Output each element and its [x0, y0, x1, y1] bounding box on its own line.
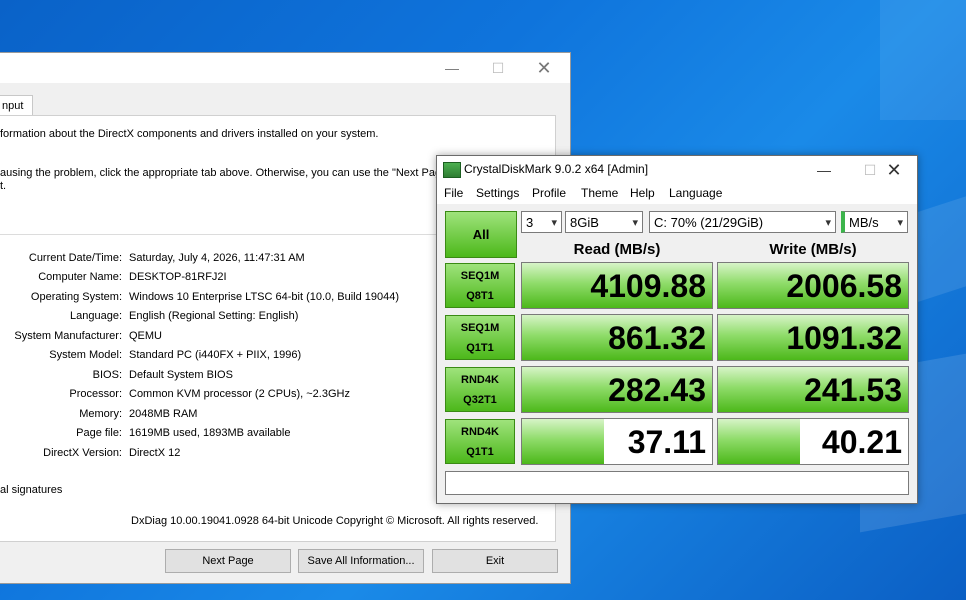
comment-input[interactable] [445, 471, 909, 495]
test-name: RND4K [461, 426, 499, 438]
write-column-header: Write (MB/s) [769, 241, 857, 258]
result-bar [718, 419, 800, 464]
info-label: Computer Name: [38, 271, 122, 283]
info-label: Memory: [79, 408, 122, 420]
info-value: 1619MB used, 1893MB available [129, 427, 291, 439]
read-result-cell: 4109.88 [521, 262, 713, 309]
close-icon[interactable]: ✕ [521, 57, 567, 79]
info-label: Page file: [76, 427, 122, 439]
info-label: Processor: [69, 388, 122, 400]
info-value: DESKTOP-81RFJ2I [129, 271, 227, 283]
test-size-select[interactable]: 8GiB ▾ [565, 211, 643, 233]
write-result-value: 2006.58 [786, 268, 902, 304]
drive-select[interactable]: C: 70% (21/29GiB) ▾ [649, 211, 836, 233]
test-count-select[interactable]: 3 ▾ [521, 211, 562, 233]
crystaldiskmark-window: CrystalDiskMark 9.0.2 x64 [Admin] — ☐ ✕ … [436, 155, 918, 504]
write-result-value: 241.53 [804, 372, 902, 408]
menu-theme[interactable]: Theme [581, 186, 618, 200]
tab-input[interactable]: nput [0, 95, 33, 116]
intro-text: ausing the problem, click the appropriat… [0, 167, 448, 179]
info-value: DirectX 12 [129, 447, 181, 459]
all-button[interactable]: All [445, 211, 517, 258]
info-label: BIOS: [92, 369, 122, 381]
info-label: Language: [70, 310, 122, 322]
test-params: Q8T1 [466, 290, 494, 302]
exit-button[interactable]: Exit [432, 549, 558, 573]
signatures-checkbox-label[interactable]: al signatures [0, 484, 62, 496]
info-value: QEMU [129, 330, 162, 342]
read-result-value: 4109.88 [590, 268, 706, 304]
read-result-cell: 37.11 [521, 418, 713, 465]
write-result-value: 1091.32 [786, 320, 902, 356]
info-label: Operating System: [30, 291, 122, 303]
close-icon[interactable]: ✕ [871, 159, 917, 181]
info-value: Windows 10 Enterprise LTSC 64-bit (10.0,… [129, 291, 400, 303]
units-value: MB/s [849, 215, 879, 230]
info-value: Default System BIOS [129, 369, 233, 381]
test-params: Q1T1 [466, 342, 494, 354]
read-result-value: 37.11 [627, 424, 706, 460]
maximize-icon[interactable]: ☐ [475, 57, 521, 79]
test-count-value: 3 [526, 215, 534, 230]
info-label: System Model: [49, 349, 122, 361]
test-params: Q32T1 [463, 394, 497, 406]
info-value: English (Regional Setting: English) [129, 310, 299, 322]
menu-help[interactable]: Help [630, 186, 655, 200]
info-label: System Manufacturer: [14, 330, 122, 342]
copyright-footer: DxDiag 10.00.19041.0928 64-bit Unicode C… [131, 515, 539, 527]
test-button-rnd4k-q1t1[interactable]: RND4K Q1T1 [445, 419, 515, 464]
read-result-cell: 282.43 [521, 366, 713, 413]
read-column-header: Read (MB/s) [573, 241, 661, 258]
test-size-value: 8GiB [570, 215, 599, 230]
test-name: SEQ1M [460, 322, 500, 334]
write-result-cell: 2006.58 [717, 262, 909, 309]
test-params: Q1T1 [466, 446, 494, 458]
drive-value: C: 70% (21/29GiB) [654, 215, 764, 230]
menu-file[interactable]: File [444, 186, 463, 200]
test-name: SEQ1M [460, 270, 500, 282]
chevron-down-icon: ▾ [897, 217, 903, 229]
test-button-seq1m-q1t1[interactable]: SEQ1M Q1T1 [445, 315, 515, 360]
info-value: Standard PC (i440FX + PIIX, 1996) [129, 349, 302, 361]
read-result-value: 282.43 [608, 372, 706, 408]
minimize-icon[interactable]: — [429, 57, 475, 79]
read-result-cell: 861.32 [521, 314, 713, 361]
next-page-button[interactable]: Next Page [165, 549, 291, 573]
info-label: Current Date/Time: [28, 252, 122, 264]
write-result-cell: 40.21 [717, 418, 909, 465]
test-button-rnd4k-q32t1[interactable]: RND4K Q32T1 [445, 367, 515, 412]
menu-bar: File Settings Profile Theme Help Languag… [437, 184, 917, 204]
intro-text: formation about the DirectX components a… [0, 128, 379, 140]
menu-settings[interactable]: Settings [476, 186, 519, 200]
test-name: RND4K [461, 374, 499, 386]
desktop-light-beam [880, 0, 966, 120]
window-title: CrystalDiskMark 9.0.2 x64 [Admin] [464, 162, 649, 176]
info-value: Saturday, July 4, 2026, 11:47:31 AM [129, 252, 305, 264]
test-button-seq1m-q8t1[interactable]: SEQ1M Q8T1 [445, 263, 515, 308]
menu-profile[interactable]: Profile [532, 186, 566, 200]
chevron-down-icon: ▾ [551, 217, 557, 229]
result-bar [522, 419, 604, 464]
read-result-value: 861.32 [608, 320, 706, 356]
dxdiag-titlebar: — ☐ ✕ [0, 53, 570, 83]
write-result-cell: 241.53 [717, 366, 909, 413]
units-select[interactable]: MB/s ▾ [841, 211, 908, 233]
chevron-down-icon: ▾ [632, 217, 638, 229]
crystaldiskmark-app-icon [443, 162, 461, 178]
intro-text: t. [0, 180, 7, 192]
save-all-information-button[interactable]: Save All Information... [298, 549, 424, 573]
cdm-titlebar: CrystalDiskMark 9.0.2 x64 [Admin] — ☐ ✕ [437, 156, 917, 184]
menu-language[interactable]: Language [669, 186, 722, 200]
info-label: DirectX Version: [43, 447, 122, 459]
write-result-cell: 1091.32 [717, 314, 909, 361]
chevron-down-icon: ▾ [825, 217, 831, 229]
minimize-icon[interactable]: — [801, 159, 847, 181]
info-value: Common KVM processor (2 CPUs), ~2.3GHz [129, 388, 350, 400]
info-value: 2048MB RAM [129, 408, 198, 420]
write-result-value: 40.21 [821, 424, 902, 460]
